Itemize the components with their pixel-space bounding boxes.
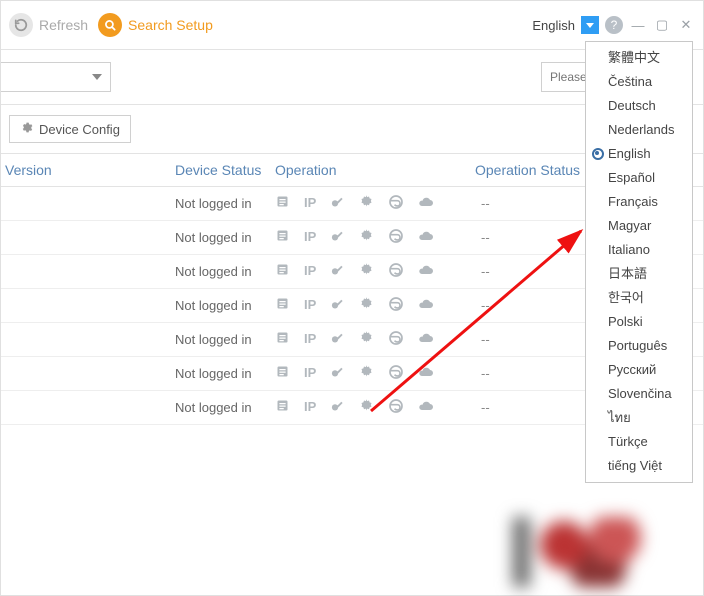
browser-icon[interactable] (388, 228, 404, 247)
refresh-label: Refresh (39, 17, 88, 33)
gear-icon (20, 121, 33, 137)
lang-item[interactable]: tiếng Việt (586, 454, 692, 478)
col-device-status[interactable]: Device Status (175, 162, 275, 178)
detail-icon[interactable] (275, 194, 290, 213)
browser-icon[interactable] (388, 364, 404, 383)
lang-item[interactable]: Português (586, 334, 692, 358)
cell-status: Not logged in (175, 400, 275, 415)
cloud-icon[interactable] (418, 228, 434, 247)
lang-item[interactable]: Türkçe (586, 430, 692, 454)
key-icon[interactable] (330, 364, 345, 383)
cell-status: Not logged in (175, 264, 275, 279)
lang-item[interactable]: Magyar (586, 214, 692, 238)
ip-icon[interactable]: IP (304, 194, 316, 213)
lang-item[interactable]: ไทย (586, 406, 692, 430)
cloud-icon[interactable] (418, 262, 434, 281)
browser-icon[interactable] (388, 262, 404, 281)
browser-icon[interactable] (388, 194, 404, 213)
lang-item[interactable]: Español (586, 166, 692, 190)
language-dropdown-toggle[interactable] (581, 16, 599, 34)
cell-status: Not logged in (175, 230, 275, 245)
language-menu: 繁體中文ČeštinaDeutschNederlandsEnglishEspañ… (585, 41, 693, 483)
ip-icon[interactable]: IP (304, 364, 316, 383)
browser-icon[interactable] (388, 296, 404, 315)
lang-item[interactable]: Русский (586, 358, 692, 382)
key-icon[interactable] (330, 228, 345, 247)
browser-icon[interactable] (388, 398, 404, 417)
lang-item[interactable]: Polski (586, 310, 692, 334)
toolbar-right: English ? — ▢ ✕ (532, 16, 695, 34)
cell-ops: IP (275, 398, 475, 417)
help-icon[interactable]: ? (605, 16, 623, 34)
cell-status: Not logged in (175, 196, 275, 211)
lang-item[interactable]: Slovenčina (586, 382, 692, 406)
gear-icon[interactable] (359, 228, 374, 247)
censored-logo (513, 517, 683, 587)
ip-icon[interactable]: IP (304, 228, 316, 247)
lang-item[interactable]: Italiano (586, 238, 692, 262)
cloud-icon[interactable] (418, 330, 434, 349)
gear-icon[interactable] (359, 194, 374, 213)
col-operation[interactable]: Operation (275, 162, 475, 178)
chevron-down-icon (586, 23, 594, 28)
gear-icon[interactable] (359, 262, 374, 281)
cloud-icon[interactable] (418, 364, 434, 383)
refresh-button[interactable]: Refresh (9, 13, 88, 37)
cell-ops: IP (275, 364, 475, 383)
detail-icon[interactable] (275, 398, 290, 417)
lang-item[interactable]: Français (586, 190, 692, 214)
ip-icon[interactable]: IP (304, 262, 316, 281)
ip-icon[interactable]: IP (304, 296, 316, 315)
lang-item[interactable]: 한국어 (586, 286, 692, 310)
cloud-icon[interactable] (418, 398, 434, 417)
cell-status: Not logged in (175, 332, 275, 347)
cell-ops: IP (275, 330, 475, 349)
chevron-down-icon (92, 74, 102, 80)
key-icon[interactable] (330, 398, 345, 417)
detail-icon[interactable] (275, 330, 290, 349)
language-label: English (532, 18, 575, 33)
cell-ops: IP (275, 228, 475, 247)
refresh-icon (9, 13, 33, 37)
col-version[interactable]: Version (5, 162, 175, 178)
ip-icon[interactable]: IP (304, 330, 316, 349)
cell-status: Not logged in (175, 298, 275, 313)
cell-ops: IP (275, 296, 475, 315)
minimize-icon[interactable]: — (629, 16, 647, 34)
gear-icon[interactable] (359, 364, 374, 383)
cell-ops: IP (275, 262, 475, 281)
device-config-label: Device Config (39, 122, 120, 137)
lang-item[interactable]: Deutsch (586, 94, 692, 118)
cell-ops: IP (275, 194, 475, 213)
device-config-button[interactable]: Device Config (9, 115, 131, 143)
lang-item[interactable]: 日本語 (586, 262, 692, 286)
ip-icon[interactable]: IP (304, 398, 316, 417)
maximize-icon[interactable]: ▢ (653, 16, 671, 34)
detail-icon[interactable] (275, 262, 290, 281)
key-icon[interactable] (330, 296, 345, 315)
cell-status: Not logged in (175, 366, 275, 381)
browser-icon[interactable] (388, 330, 404, 349)
key-icon[interactable] (330, 330, 345, 349)
lang-item[interactable]: 繁體中文 (586, 46, 692, 70)
cloud-icon[interactable] (418, 296, 434, 315)
key-icon[interactable] (330, 194, 345, 213)
cloud-icon[interactable] (418, 194, 434, 213)
key-icon[interactable] (330, 262, 345, 281)
detail-icon[interactable] (275, 364, 290, 383)
search-setup-button[interactable]: Search Setup (98, 13, 213, 37)
search-setup-icon (98, 13, 122, 37)
detail-icon[interactable] (275, 228, 290, 247)
filter-dropdown[interactable] (1, 62, 111, 92)
gear-icon[interactable] (359, 296, 374, 315)
close-icon[interactable]: ✕ (677, 16, 695, 34)
lang-item[interactable]: English (586, 142, 692, 166)
gear-icon[interactable] (359, 330, 374, 349)
gear-icon[interactable] (359, 398, 374, 417)
search-setup-label: Search Setup (128, 17, 213, 33)
detail-icon[interactable] (275, 296, 290, 315)
lang-item[interactable]: Čeština (586, 70, 692, 94)
lang-item[interactable]: Nederlands (586, 118, 692, 142)
